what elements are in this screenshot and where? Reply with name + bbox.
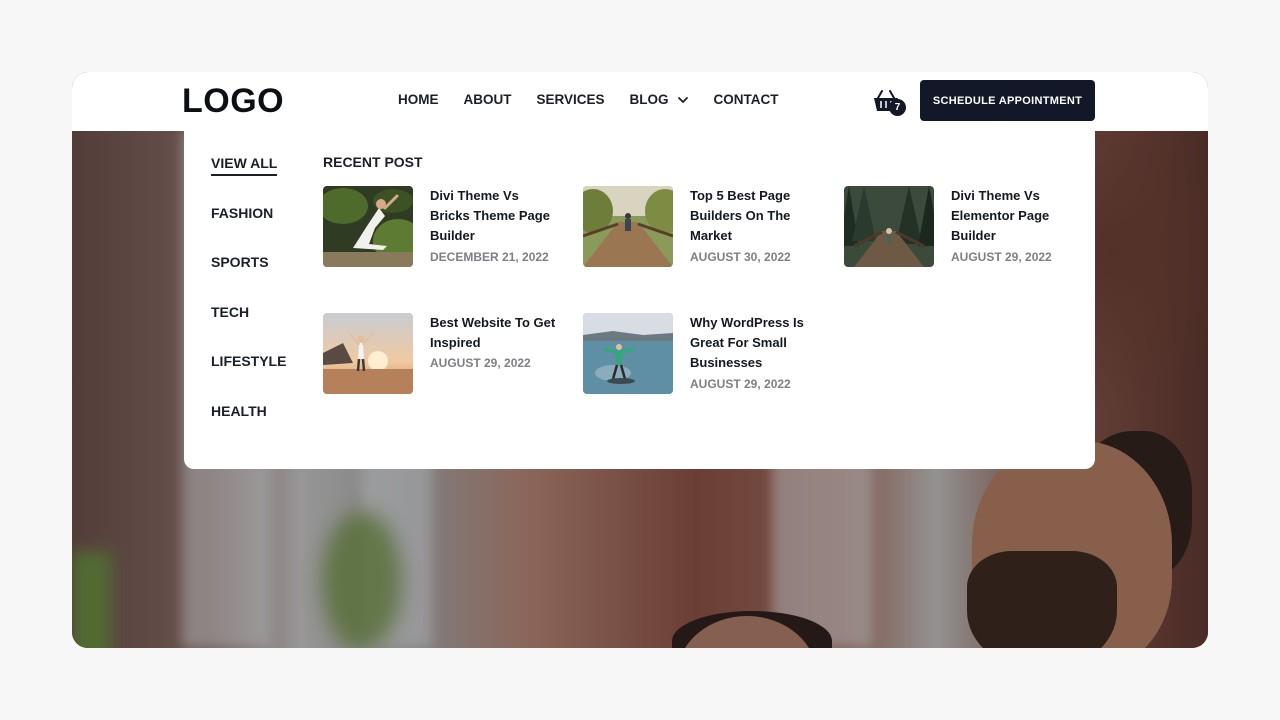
- post-text: Top 5 Best Page Builders On The Market A…: [690, 186, 820, 267]
- post-title[interactable]: Divi Theme Vs Elementor Page Builder: [951, 186, 1081, 247]
- post-thumbnail[interactable]: [583, 186, 673, 267]
- post-thumbnail[interactable]: [323, 186, 413, 267]
- post-card[interactable]: Divi Theme Vs Bricks Theme Page Builder …: [323, 186, 563, 296]
- post-text: Divi Theme Vs Bricks Theme Page Builder …: [430, 186, 560, 267]
- post-card[interactable]: Top 5 Best Page Builders On The Market A…: [583, 186, 823, 296]
- category-label: VIEW ALL: [211, 155, 278, 176]
- post-text: Divi Theme Vs Elementor Page Builder AUG…: [951, 186, 1081, 267]
- nav-services[interactable]: SERVICES: [537, 92, 605, 107]
- nav-about[interactable]: ABOUT: [464, 92, 512, 107]
- post-title[interactable]: Divi Theme Vs Bricks Theme Page Builder: [430, 186, 560, 247]
- nav-blog[interactable]: BLOG: [630, 92, 689, 107]
- recent-post-heading: RECENT POST: [323, 154, 423, 170]
- post-date: AUGUST 29, 2022: [951, 249, 1052, 264]
- post-card[interactable]: Divi Theme Vs Elementor Page Builder AUG…: [844, 186, 1084, 296]
- site-header: LOGO HOME ABOUT SERVICES BLOG CONTACT 7 …: [72, 72, 1208, 131]
- category-view-all[interactable]: VIEW ALL: [211, 155, 286, 205]
- post-title[interactable]: Top 5 Best Page Builders On The Market: [690, 186, 820, 247]
- category-lifestyle[interactable]: LIFESTYLE: [211, 353, 286, 403]
- post-title[interactable]: Best Website To Get Inspired: [430, 313, 560, 353]
- post-text: Why WordPress Is Great For Small Busines…: [690, 313, 820, 394]
- post-title[interactable]: Why WordPress Is Great For Small Busines…: [690, 313, 820, 374]
- post-date: DECEMBER 21, 2022: [430, 249, 549, 264]
- category-tech[interactable]: TECH: [211, 304, 286, 354]
- post-date: AUGUST 30, 2022: [690, 249, 791, 264]
- post-date: AUGUST 29, 2022: [690, 376, 791, 391]
- post-text: Best Website To Get Inspired AUGUST 29, …: [430, 313, 560, 373]
- category-fashion[interactable]: FASHION: [211, 205, 286, 255]
- blog-mega-menu: VIEW ALL FASHION SPORTS TECH LIFESTYLE H…: [184, 131, 1095, 469]
- post-date: AUGUST 29, 2022: [430, 356, 531, 371]
- category-health[interactable]: HEALTH: [211, 403, 286, 453]
- post-thumbnail[interactable]: [583, 313, 673, 394]
- main-nav: HOME ABOUT SERVICES BLOG CONTACT: [398, 92, 804, 107]
- nav-blog-label: BLOG: [629, 92, 669, 107]
- chevron-down-icon: [677, 96, 688, 103]
- post-thumbnail[interactable]: [844, 186, 934, 267]
- nav-home[interactable]: HOME: [398, 92, 439, 107]
- schedule-appointment-button[interactable]: SCHEDULE APPOINTMENT: [920, 80, 1095, 121]
- category-sports[interactable]: SPORTS: [211, 254, 286, 304]
- post-card[interactable]: Why WordPress Is Great For Small Busines…: [583, 313, 823, 423]
- post-card[interactable]: Best Website To Get Inspired AUGUST 29, …: [323, 313, 563, 423]
- logo[interactable]: LOGO: [182, 82, 284, 121]
- nav-contact[interactable]: CONTACT: [714, 92, 779, 107]
- category-list: VIEW ALL FASHION SPORTS TECH LIFESTYLE H…: [211, 155, 286, 452]
- post-thumbnail[interactable]: [323, 313, 413, 394]
- cart-count-badge: 7: [889, 99, 906, 116]
